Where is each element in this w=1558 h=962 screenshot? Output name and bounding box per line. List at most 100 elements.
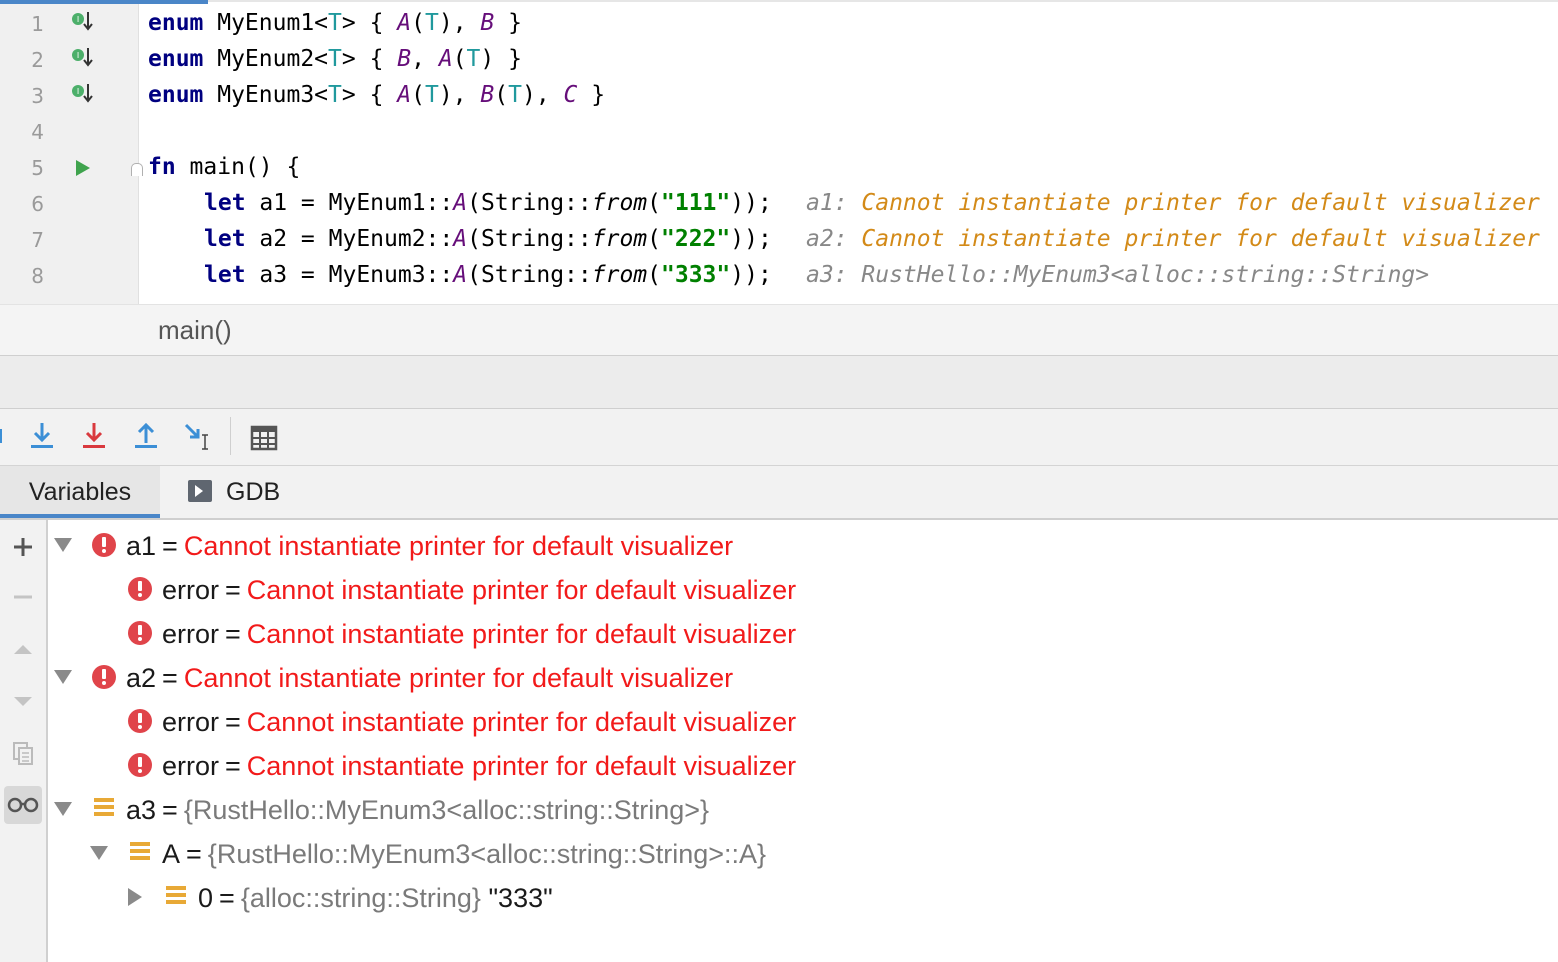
line-number: 5 [31, 156, 44, 180]
error-icon [128, 577, 152, 601]
error-icon [92, 533, 116, 557]
triangle-up-icon [14, 645, 32, 654]
code-line-6: let a1 = MyEnum1::A(String::from("111"))… [204, 190, 772, 216]
var-type: {RustHello::MyEnum3<alloc::string::Strin… [183, 795, 710, 825]
force-step-into-icon[interactable] [74, 417, 114, 457]
breadcrumb-bar: main() [0, 304, 1558, 357]
implemented-trait-icon[interactable]: I [70, 10, 94, 34]
var-line: error = Cannot instantiate printer for def… [162, 744, 796, 788]
line-number: 4 [31, 120, 44, 144]
run-icon[interactable] [70, 156, 94, 180]
editor-tab-strip [0, 0, 1558, 4]
var-line: error = Cannot instantiate printer for def… [162, 568, 796, 612]
copy-icon [13, 742, 33, 765]
var-name: error [162, 707, 220, 737]
code-line-3: enum MyEnum3<T> { A(T), B(T), C } [148, 82, 606, 108]
field-icon [94, 798, 114, 820]
implemented-trait-icon[interactable]: I [70, 46, 94, 70]
debugger-tab-bar: Variables GDB [0, 466, 1558, 520]
collapse-arrow-icon[interactable] [90, 832, 110, 876]
triangle-down-icon [14, 697, 32, 706]
svg-text:I: I [77, 15, 79, 24]
var-name: error [162, 575, 220, 605]
equals: = [219, 883, 235, 913]
editor-gutter: 1 2 3 4 5 6 7 8 I I I [0, 4, 139, 304]
error-icon [92, 665, 116, 689]
field-icon [166, 886, 186, 908]
var-value: Cannot instantiate printer for default v… [183, 663, 734, 693]
error-icon [128, 753, 152, 777]
var-line: a1 = Cannot instantiate printer for defaul… [126, 524, 733, 568]
implemented-trait-icon[interactable]: I [70, 82, 94, 106]
var-value: "333" [488, 883, 553, 913]
equals: = [186, 839, 202, 869]
plus-icon [14, 538, 32, 556]
equals: = [162, 663, 178, 693]
equals: = [162, 531, 178, 561]
var-line: a2 = Cannot instantiate printer for defaul… [126, 656, 733, 700]
code-line-2: enum MyEnum2<T> { B, A(T) } [148, 46, 522, 72]
expand-arrow-icon[interactable] [124, 876, 144, 920]
var-name: error [162, 619, 220, 649]
code-line-1: enum MyEnum1<T> { A(T), B } [148, 10, 522, 36]
var-value: Cannot instantiate printer for default v… [183, 531, 734, 561]
step-into-icon[interactable] [22, 417, 62, 457]
minus-icon [14, 595, 32, 599]
code-line-8: let a3 = MyEnum3::A(String::from("333"))… [204, 262, 772, 288]
var-line: A = {RustHello::MyEnum3<alloc::string::Str… [162, 832, 766, 876]
error-icon [128, 621, 152, 645]
code-line-7: let a2 = MyEnum2::A(String::from("222"))… [204, 226, 772, 252]
toolbar-separator [230, 417, 231, 455]
tab-gdb-label: GDB [226, 478, 281, 506]
collapse-arrow-icon[interactable] [54, 788, 74, 832]
panel-divider [0, 356, 1558, 409]
copy-button[interactable] [4, 734, 42, 772]
tab-gdb[interactable]: GDB [188, 466, 280, 518]
var-name: A [162, 839, 181, 869]
svg-text:I: I [77, 51, 79, 60]
line-number: 2 [31, 48, 44, 72]
line-number: 3 [31, 84, 44, 108]
svg-text:I: I [77, 87, 79, 96]
equals: = [225, 707, 241, 737]
var-line: a3 = {RustHello::MyEnum3<alloc::string::St… [126, 788, 709, 832]
var-value: Cannot instantiate printer for default v… [246, 707, 797, 737]
equals: = [225, 619, 241, 649]
run-to-cursor-icon[interactable] [178, 417, 218, 457]
remove-watch-button[interactable] [4, 578, 42, 616]
code-editor[interactable]: 1 2 3 4 5 6 7 8 I I I enum MyEnum1<T> { … [0, 0, 1558, 304]
var-line: error = Cannot instantiate printer for def… [162, 612, 796, 656]
var-value: Cannot instantiate printer for default v… [246, 575, 797, 605]
var-name: error [162, 751, 220, 781]
var-line: 0 = {alloc::string::String} "333" [198, 876, 553, 920]
add-watch-button[interactable] [4, 528, 42, 566]
move-down-button[interactable] [4, 682, 42, 720]
var-name: a2 [126, 663, 157, 693]
evaluate-expression-icon[interactable] [244, 417, 284, 457]
var-name: a1 [126, 531, 157, 561]
line-number: 8 [31, 264, 44, 288]
field-icon [130, 842, 150, 864]
tab-variables[interactable]: Variables [0, 466, 160, 518]
breadcrumb[interactable]: main() [158, 315, 232, 346]
inline-value-hint-a2: a2: Cannot instantiate printer for defau… [806, 226, 1540, 252]
var-name: a3 [126, 795, 157, 825]
var-name: 0 [198, 883, 214, 913]
collapse-arrow-icon[interactable] [54, 656, 74, 700]
step-out-icon[interactable] [126, 417, 166, 457]
console-icon [188, 480, 212, 502]
equals: = [162, 795, 178, 825]
equals: = [225, 751, 241, 781]
inline-value-hint-a1: a1: Cannot instantiate printer for defau… [806, 190, 1540, 216]
code-line-5: fn main() { [148, 154, 301, 180]
tab-variables-label: Variables [28, 478, 132, 506]
fold-marker[interactable] [131, 163, 143, 176]
show-watches-toggle[interactable] [4, 786, 42, 824]
glasses-icon [7, 797, 39, 813]
collapse-arrow-icon[interactable] [54, 524, 74, 568]
line-number: 7 [31, 228, 44, 252]
move-up-button[interactable] [4, 630, 42, 668]
var-value: Cannot instantiate printer for default v… [246, 619, 797, 649]
var-type: {alloc::string::String} [240, 883, 481, 913]
var-line: error = Cannot instantiate printer for def… [162, 700, 796, 744]
